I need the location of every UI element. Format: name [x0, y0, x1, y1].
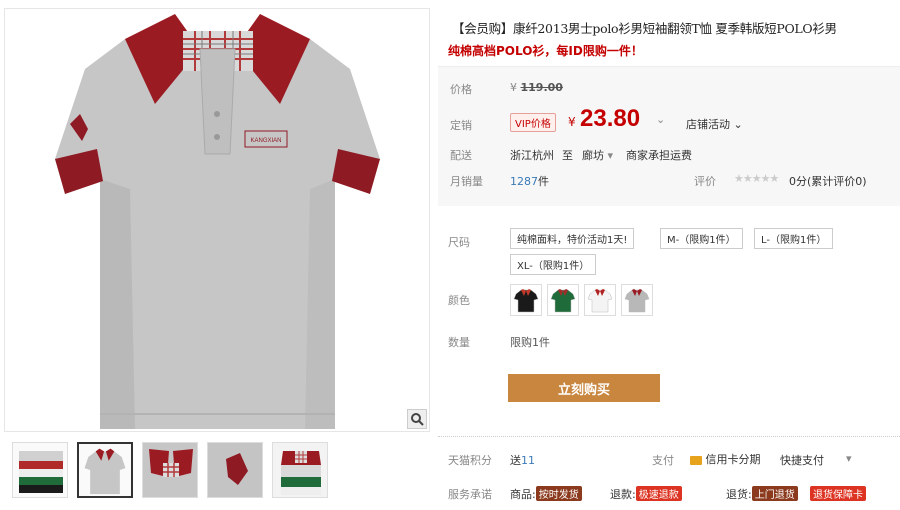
original-price: ¥ 119.00 [510, 81, 563, 94]
size-option-promo[interactable]: 纯棉面料，特价活动1天! [510, 228, 635, 249]
size-option-xl[interactable]: XL-（限购1件） [510, 254, 597, 275]
quantity-limit: 限购1件 [510, 336, 550, 349]
sales-count: 1287件 [510, 173, 549, 189]
pay-label: 支付 [652, 454, 674, 467]
price-panel: 价格 ¥ 119.00 定销 VIP价格 ¥ 23.80 ⌄ 店铺活动 ⌄ 配送… [438, 66, 900, 206]
buy-now-button[interactable]: 立刻购买 [508, 374, 660, 402]
service-refund-label: 退款: [610, 488, 636, 501]
promo-currency: ¥ [568, 115, 576, 129]
thumbnail-list [12, 442, 328, 498]
thumb-image [84, 448, 126, 495]
shipping-note: 商家承担运费 [626, 149, 692, 162]
shirt-icon [587, 289, 613, 313]
size-label: 尺码 [448, 236, 470, 249]
shipping-destination[interactable]: 廊坊 ▾ [582, 147, 613, 163]
thumb-image [273, 443, 327, 497]
divider [438, 436, 900, 437]
caret-down-icon: ▾ [604, 149, 614, 162]
points-value: 送11 [510, 452, 535, 468]
rating-stars: ★★★★★ [734, 172, 779, 185]
ontime-badge[interactable]: 按时发货 [535, 486, 582, 501]
shipping-label: 配送 [450, 149, 472, 162]
shirt-icon [624, 289, 650, 313]
thumbnail-folded[interactable] [272, 442, 328, 498]
zoom-button[interactable] [407, 409, 427, 429]
product-title: 【会员购】康纤2013男士polo衫男短袖翻领T恤 夏季韩版短POLO衫男 [452, 21, 837, 36]
thumbnail-collar[interactable] [142, 442, 198, 498]
rating-text[interactable]: 0分(累计评价0) [789, 173, 867, 189]
thumb-image [19, 451, 63, 493]
caret-down-icon[interactable]: ▾ [846, 452, 852, 465]
service-product: 商品: 按时发货 [510, 486, 582, 502]
svg-text:KANGXIAN: KANGXIAN [250, 138, 281, 144]
color-swatch-green[interactable] [547, 284, 579, 316]
shirt-icon [550, 289, 576, 313]
thumbnail-emblem[interactable] [207, 442, 263, 498]
color-swatch-white[interactable] [584, 284, 616, 316]
magnifier-icon [411, 413, 424, 426]
chevron-down-icon: ⌄ [730, 118, 743, 131]
polo-shirt-image: KANGXIAN [55, 14, 380, 429]
rating-label: 评价 [694, 175, 716, 188]
promo-price: 23.80 [580, 105, 641, 132]
shirt-icon [513, 289, 539, 313]
store-promo-label: 店铺活动 [686, 118, 730, 131]
product-info: 【会员购】康纤2013男士polo衫男短袖翻领T恤 夏季韩版短POLO衫男 纯棉… [436, 0, 900, 510]
size-option-l[interactable]: L-（限购1件） [754, 228, 834, 249]
sales-count-value: 1287 [510, 175, 538, 188]
points-label: 天猫积分 [448, 454, 492, 467]
promo-label: 定销 [450, 119, 472, 132]
vip-badge-text: VIP价格 [510, 113, 556, 132]
thumbnail-stack[interactable] [12, 442, 68, 498]
service-return-label: 退货: [726, 488, 752, 501]
thumb-image [143, 443, 197, 497]
store-promo-dropdown[interactable]: 店铺活动 ⌄ [686, 116, 743, 132]
quantity-label: 数量 [448, 336, 470, 349]
shipping-from: 浙江杭州 [510, 149, 554, 162]
color-swatch-black[interactable] [510, 284, 542, 316]
sales-unit: 件 [538, 175, 549, 188]
service-return: 退货: 上门退货 [726, 486, 798, 502]
shipping-to-word: 至 [562, 149, 573, 162]
service-label: 服务承诺 [448, 488, 492, 501]
currency-symbol: ¥ [510, 81, 517, 94]
credit-card-label: 信用卡分期 [705, 453, 761, 466]
shipping-destination-label: 廊坊 [582, 149, 604, 162]
price-chevron-icon[interactable]: ⌄ [656, 113, 665, 126]
sales-label: 月销量 [450, 175, 483, 188]
vip-badge: VIP价格 [510, 113, 556, 132]
thumbnail-front[interactable] [77, 442, 133, 498]
pickup-return-badge[interactable]: 上门退货 [751, 486, 798, 501]
quick-pay[interactable]: 快捷支付 [780, 452, 824, 468]
color-label: 颜色 [448, 294, 470, 307]
return-guarantee-badge[interactable]: 退货保障卡 [810, 486, 866, 501]
service-refund: 退款: 极速退款 [610, 486, 682, 502]
size-option-m[interactable]: M-（限购1件） [660, 228, 743, 249]
product-subtitle: 纯棉高档POLO衫，每ID限购一件！ [448, 44, 643, 58]
credit-card-installment[interactable]: 信用卡分期 [690, 451, 761, 467]
price-label: 价格 [450, 83, 472, 96]
points-prefix: 送 [510, 454, 521, 467]
color-swatch-gray[interactable] [621, 284, 653, 316]
points-number: 11 [521, 454, 535, 467]
thumb-image [208, 443, 262, 497]
credit-card-icon [690, 455, 702, 465]
service-guarantee: 退货保障卡 [810, 486, 866, 501]
fast-refund-badge[interactable]: 极速退款 [635, 486, 682, 501]
original-price-value: 119.00 [520, 81, 563, 94]
main-image[interactable]: KANGXIAN [4, 8, 430, 432]
service-product-label: 商品: [510, 488, 536, 501]
